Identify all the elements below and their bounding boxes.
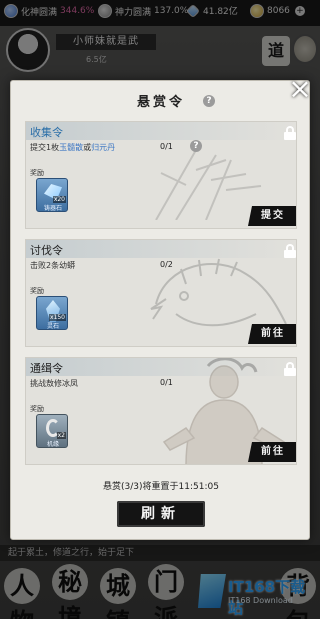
reward-label: 奖励 [30,405,44,413]
reward-count: x20 [52,196,66,203]
reward-label: 奖励 [30,169,44,177]
modal-title: 悬赏令 [136,95,185,110]
reset-timer: 悬赏(3/3)将重置于11:51:05 [103,482,219,492]
reward-item[interactable]: x2 机缘 [36,414,68,448]
lock-icon[interactable] [284,244,296,258]
close-button[interactable]: × [287,75,313,103]
desc-prefix: 提交1枚 [30,143,60,152]
desc-item-link[interactable]: 归元丹 [91,143,115,152]
reward-name: 灵石 [46,323,59,330]
reward-item[interactable]: x150 灵石 [36,296,68,330]
reward-name: 铸器石 [43,205,62,212]
card-description: 提交1枚玉髓散或归元丹 [30,142,115,153]
lock-icon[interactable] [284,362,296,376]
bounty-card-wanted: 通缉令 挑战敖修冰凤 0/1 奖励 x2 机缘 前往 [25,357,297,465]
card-progress: 0/1 [160,378,173,387]
card-description: 击败2条幼蟒 [30,261,76,270]
reward-count: x2 [56,432,66,439]
submit-button[interactable]: 提交 [248,206,296,226]
card-progress: 0/2 [160,260,173,269]
desc-or: 或 [83,143,92,152]
lock-icon[interactable] [284,126,296,140]
card-header [26,122,296,140]
desc-item-link[interactable]: 玉髓散 [59,143,83,152]
reward-name: 机缘 [46,441,59,448]
card-description: 挑战敖修冰凤 [30,379,78,388]
refresh-button[interactable]: 刷新 [117,501,205,527]
bounty-card-hunt: 讨伐令 击败2条幼蟒 0/2 奖励 x150 灵石 前往 [25,239,297,347]
reward-count: x150 [48,314,66,321]
bounty-card-collect: 收集令 提交1枚玉髓散或归元丹 0/1 ? 奖励 x20 铸器石 提交 [25,121,297,229]
card-help-icon[interactable]: ? [190,140,202,152]
card-title: 收集令 [30,126,63,139]
card-progress: 0/1 [160,142,173,151]
help-icon[interactable]: ? [203,95,215,107]
card-title: 讨伐令 [30,244,63,257]
go-button[interactable]: 前往 [248,442,296,462]
go-button[interactable]: 前往 [248,324,296,344]
reward-label: 奖励 [30,287,44,295]
reward-item[interactable]: x20 铸器石 [36,178,68,212]
bounty-modal: 悬赏令 ? × 收集令 提交1枚玉髓散或归元丹 0/1 ? 奖励 x20 铸器石… [10,75,313,540]
card-title: 通缉令 [30,362,63,375]
